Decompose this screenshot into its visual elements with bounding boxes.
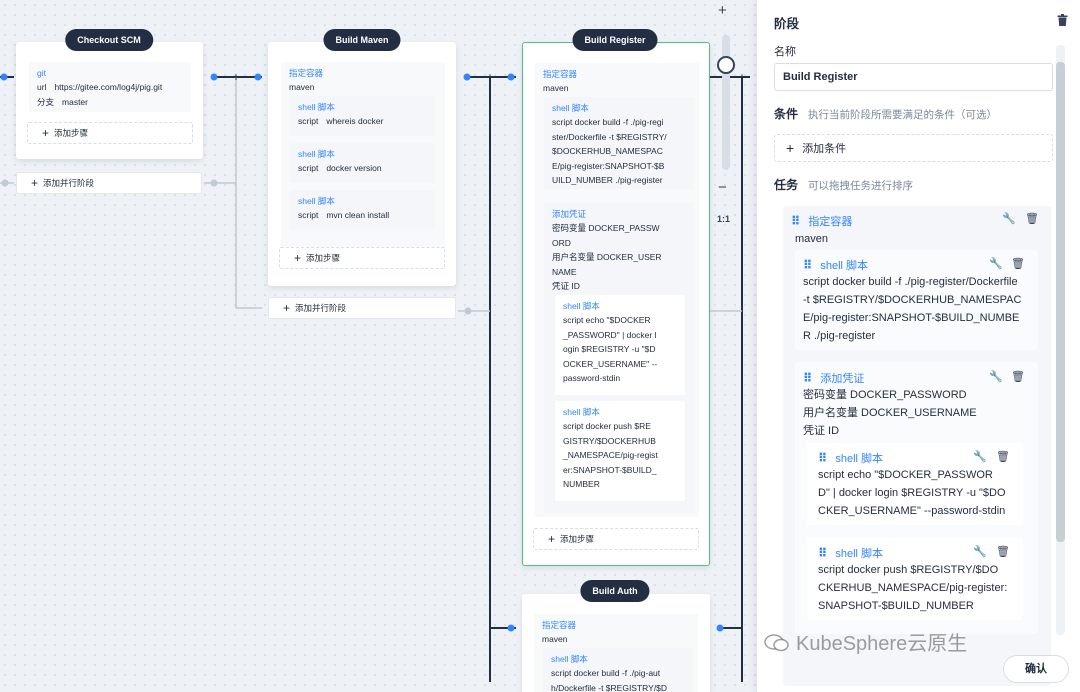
stage-card-auth[interactable]: 指定容器 maven shell 脚本 script docker build … (522, 594, 710, 692)
name-label: 名称 (774, 46, 796, 58)
pipeline-canvas[interactable]: + + + Checkout SCM git url https://gitee.… (0, 0, 757, 692)
trash-icon[interactable] (1057, 14, 1068, 28)
connector-node (716, 624, 724, 632)
connector-node (507, 624, 515, 632)
stage-card-register[interactable]: 指定容器 maven shell 脚本 script docker build … (522, 42, 710, 566)
watermark: KubeSphere云原生 (764, 627, 967, 656)
shell-step[interactable]: shell 脚本 script docker build -f ./pig-re… (544, 97, 694, 189)
git-step[interactable]: git url https://gitee.com/log4j/pig.git 分… (29, 62, 191, 112)
connector-node (210, 73, 218, 81)
connector-node (1, 179, 9, 187)
connector-node (507, 73, 515, 81)
wrench-icon[interactable]: 🔧 (1002, 212, 1016, 225)
container-step[interactable]: 指定容器 maven shell 脚本 script docker build … (534, 614, 698, 692)
trash-icon[interactable]: 🗑 (996, 545, 1010, 558)
trash-icon[interactable]: 🗑 (996, 450, 1010, 463)
connector-node (254, 73, 262, 81)
add-stage-plus[interactable]: + (486, 71, 493, 83)
git-branch-value: master (62, 96, 88, 107)
credential-step[interactable]: 添加凭证 密码变量 DOCKER_PASSW ORD 用户名变量 DOCKER_… (544, 203, 694, 513)
zoom-slider-handle[interactable] (717, 56, 735, 74)
plus-icon: + (283, 301, 291, 315)
stage-title-auth[interactable]: Build Auth (580, 580, 650, 602)
plus-icon: + (31, 176, 39, 190)
container-step[interactable]: 指定容器 maven shell 脚本 script whereis docker… (281, 62, 445, 258)
zoom-out-button[interactable]: − (718, 179, 727, 196)
shell-step[interactable]: shell 脚本 script echo "$DOCKER _PASSWORD"… (555, 295, 685, 395)
stage-title-register[interactable]: Build Register (572, 29, 658, 51)
add-step-button[interactable]: + 添加步骤 (27, 122, 193, 144)
connector-node (210, 179, 218, 187)
drag-handle-icon[interactable]: ⠿ (791, 214, 800, 228)
shell-step[interactable]: shell 脚本 script docker version (290, 143, 435, 183)
add-stage-plus[interactable]: + (738, 71, 745, 83)
add-parallel-stage-button[interactable]: + 添加并行阶段 (268, 297, 456, 319)
shell-step[interactable]: shell 脚本 script docker build -f ./pig-au… (543, 648, 693, 692)
git-url-value: https://gitee.com/log4j/pig.git (54, 82, 163, 92)
shell-step[interactable]: shell 脚本 script mvn clean install (290, 190, 435, 230)
container-step[interactable]: 指定容器 maven shell 脚本 script docker build … (535, 63, 699, 517)
drag-handle-icon[interactable]: ⠿ (818, 546, 827, 560)
plus-icon: + (786, 140, 795, 156)
trash-icon[interactable]: 🗑 (1025, 212, 1039, 225)
wrench-icon[interactable]: 🔧 (973, 545, 987, 558)
connector-node (464, 307, 472, 315)
zoom-in-button[interactable]: + (718, 2, 727, 19)
task-container-label[interactable]: ⠿ 指定容器 (791, 213, 852, 229)
stage-title-checkout[interactable]: Checkout SCM (65, 29, 153, 51)
wechat-icon (764, 634, 789, 652)
shell-step[interactable]: shell 脚本 script docker push $RE GISTRY/$… (555, 401, 685, 501)
zoom-ratio-button[interactable]: 1:1 (717, 214, 730, 224)
stage-card-checkout[interactable]: git url https://gitee.com/log4j/pig.git 分… (16, 42, 203, 159)
stage-name-input[interactable]: Build Register (774, 63, 1053, 91)
add-parallel-stage-button[interactable]: + 添加并行阶段 (16, 172, 202, 194)
condition-section-title: 条件 执行当前阶段所需要满足的条件（可选） (774, 107, 998, 121)
trash-icon[interactable]: 🗑 (1011, 370, 1025, 383)
wrench-icon[interactable]: 🔧 (989, 370, 1003, 383)
shell-step[interactable]: shell 脚本 script whereis docker (290, 96, 435, 136)
git-step-label: git (37, 68, 46, 78)
add-stage-plus[interactable]: + (232, 71, 239, 83)
connector-node (0, 73, 8, 81)
stage-title-maven[interactable]: Build Maven (323, 29, 401, 51)
drag-handle-icon[interactable]: ⠿ (803, 258, 812, 272)
drag-handle-icon[interactable]: ⠿ (803, 371, 812, 385)
container-label: 指定容器 (289, 68, 324, 78)
confirm-button[interactable]: 确认 (1003, 655, 1069, 683)
add-step-button[interactable]: + 添加步骤 (279, 247, 445, 269)
stage-card-maven[interactable]: 指定容器 maven shell 脚本 script whereis docker… (268, 42, 456, 286)
wrench-icon[interactable]: 🔧 (973, 450, 987, 463)
add-step-button[interactable]: + 添加步骤 (533, 528, 699, 550)
add-condition-button[interactable]: + 添加条件 (774, 134, 1053, 162)
tasks-section-title: 任务 可以拖拽任务进行排序 (774, 178, 914, 192)
stage-settings-panel: 阶段 名称 Build Register 条件 执行当前阶段所需要满足的条件（可选… (757, 0, 1080, 692)
drag-handle-icon[interactable]: ⠿ (818, 451, 827, 465)
plus-icon: + (548, 532, 556, 546)
plus-icon: + (294, 251, 302, 265)
plus-icon: + (42, 126, 50, 140)
panel-scrollbar-thumb[interactable] (1056, 62, 1065, 542)
panel-title: 阶段 (774, 17, 800, 31)
connector-node (463, 73, 471, 81)
wrench-icon[interactable]: 🔧 (989, 257, 1003, 270)
trash-icon[interactable]: 🗑 (1011, 257, 1025, 270)
